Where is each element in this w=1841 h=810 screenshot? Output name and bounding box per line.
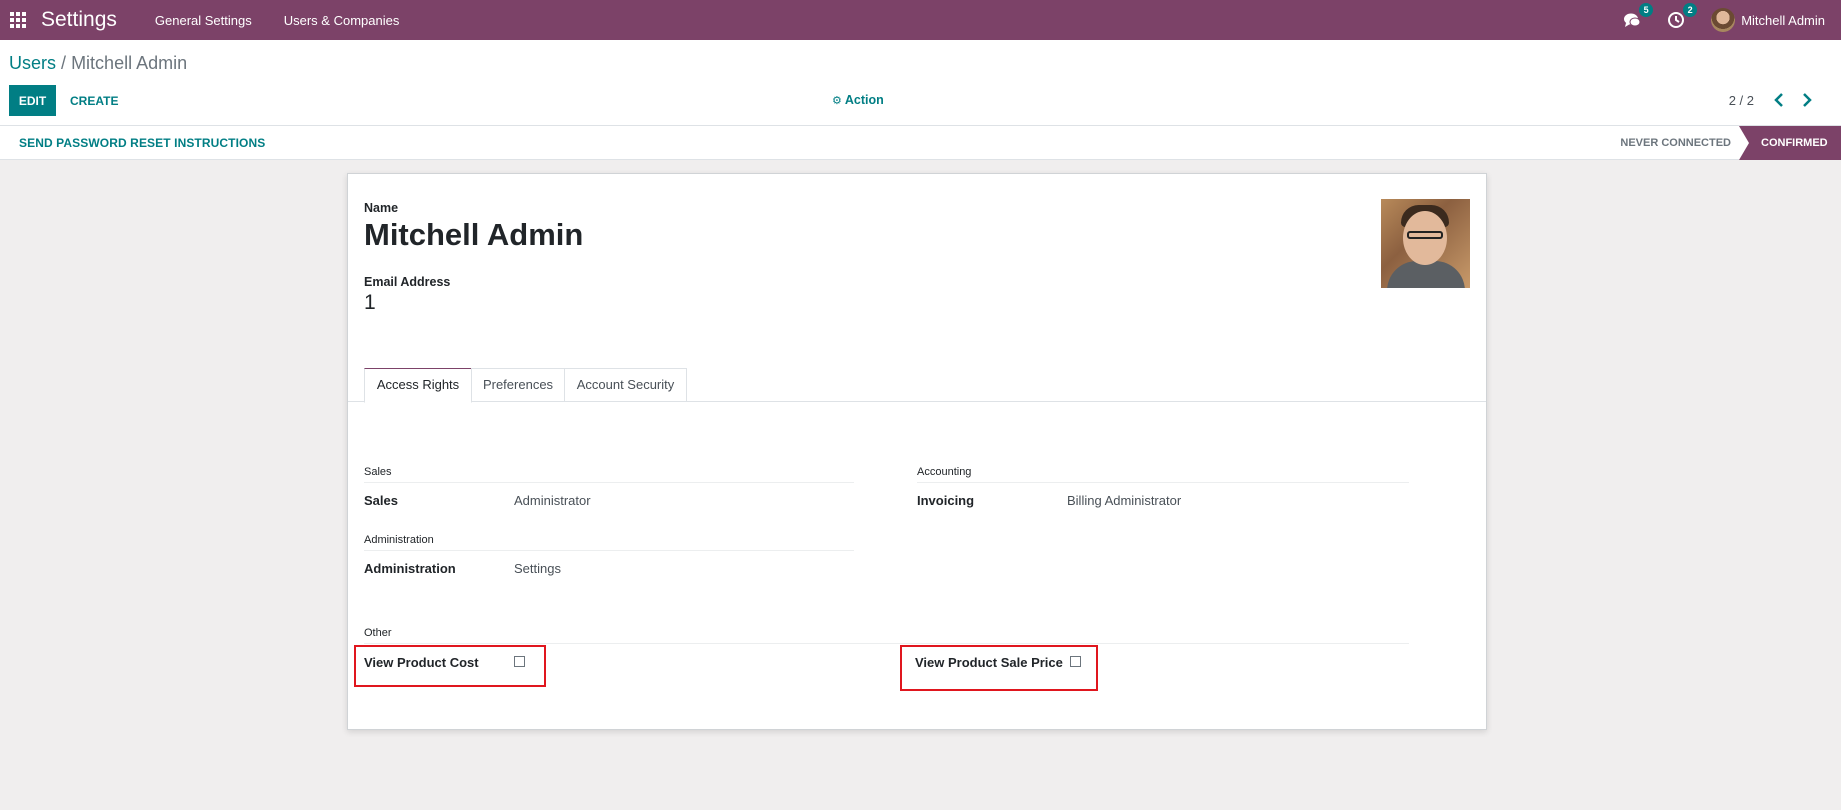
menu-general-settings[interactable]: General Settings <box>155 13 252 28</box>
breadcrumb-current: Mitchell Admin <box>71 53 188 73</box>
view-product-sale-price-checkbox[interactable] <box>1070 656 1081 667</box>
user-photo[interactable] <box>1381 199 1470 288</box>
pager-next-button[interactable] <box>1796 88 1818 112</box>
activities-icon[interactable]: 2 <box>1667 3 1698 29</box>
field-label-view-product-cost: View Product Cost <box>364 655 479 670</box>
name-value: Mitchell Admin <box>364 217 584 252</box>
send-password-reset-button[interactable]: SEND PASSWORD RESET INSTRUCTIONS <box>19 136 265 150</box>
action-dropdown[interactable]: ⚙ Action <box>832 93 884 107</box>
field-value-sales: Administrator <box>514 493 591 508</box>
group-title-administration: Administration <box>364 534 854 551</box>
group-title-other: Other <box>364 627 1409 644</box>
field-label-view-product-sale-price: View Product Sale Price <box>915 655 1063 670</box>
field-value-administration: Settings <box>514 561 561 576</box>
user-menu[interactable]: Mitchell Admin <box>1711 8 1825 32</box>
avatar <box>1711 8 1736 32</box>
form-sheet: Name Mitchell Admin Email Address 1 Acce… <box>347 173 1487 730</box>
field-label-administration: Administration <box>364 561 456 576</box>
tab-access-rights[interactable]: Access Rights <box>364 368 472 403</box>
top-navbar: Settings General Settings Users & Compan… <box>0 0 1841 40</box>
edit-button[interactable]: EDIT <box>9 85 56 116</box>
name-label: Name <box>364 201 399 215</box>
breadcrumb: Users / Mitchell Admin <box>9 53 187 74</box>
view-product-cost-checkbox[interactable] <box>514 656 525 667</box>
create-button[interactable]: CREATE <box>62 85 126 116</box>
messages-badge: 5 <box>1639 3 1654 17</box>
user-name: Mitchell Admin <box>1741 12 1825 28</box>
control-panel: Users / Mitchell Admin EDIT CREATE ⚙ Act… <box>0 40 1841 126</box>
breadcrumb-separator: / <box>61 53 67 73</box>
email-value: 1 <box>364 291 376 314</box>
form-statusbar: SEND PASSWORD RESET INSTRUCTIONS NEVER C… <box>0 126 1841 160</box>
activities-badge: 2 <box>1683 3 1698 17</box>
notebook-tabs: Access Rights Preferences Account Securi… <box>348 368 1486 403</box>
field-value-invoicing: Billing Administrator <box>1067 493 1182 508</box>
messages-icon[interactable]: 5 <box>1623 3 1654 29</box>
chevron-left-icon <box>1774 93 1783 107</box>
pager-value[interactable]: 2 / 2 <box>1729 93 1754 108</box>
action-label: Action <box>844 93 884 107</box>
app-menu-icon[interactable] <box>9 11 27 29</box>
clock-icon <box>1668 12 1685 28</box>
tab-account-security[interactable]: Account Security <box>564 368 687 402</box>
stage-confirmed[interactable]: CONFIRMED <box>1739 126 1841 160</box>
tab-preferences[interactable]: Preferences <box>471 368 565 402</box>
pager-previous-button[interactable] <box>1768 88 1790 112</box>
field-label-invoicing: Invoicing <box>917 493 975 508</box>
email-label: Email Address <box>364 275 451 289</box>
chat-bubbles-icon <box>1624 13 1641 27</box>
chevron-right-icon <box>1803 93 1812 107</box>
group-title-sales: Sales <box>364 466 854 483</box>
menu-users-companies[interactable]: Users & Companies <box>284 13 400 28</box>
breadcrumb-users[interactable]: Users <box>9 53 56 73</box>
app-name[interactable]: Settings <box>41 8 117 32</box>
group-title-accounting: Accounting <box>917 466 1409 483</box>
stage-never-connected[interactable]: NEVER CONNECTED <box>1620 126 1731 160</box>
gear-icon: ⚙ <box>832 94 842 107</box>
field-label-sales: Sales <box>364 493 398 508</box>
